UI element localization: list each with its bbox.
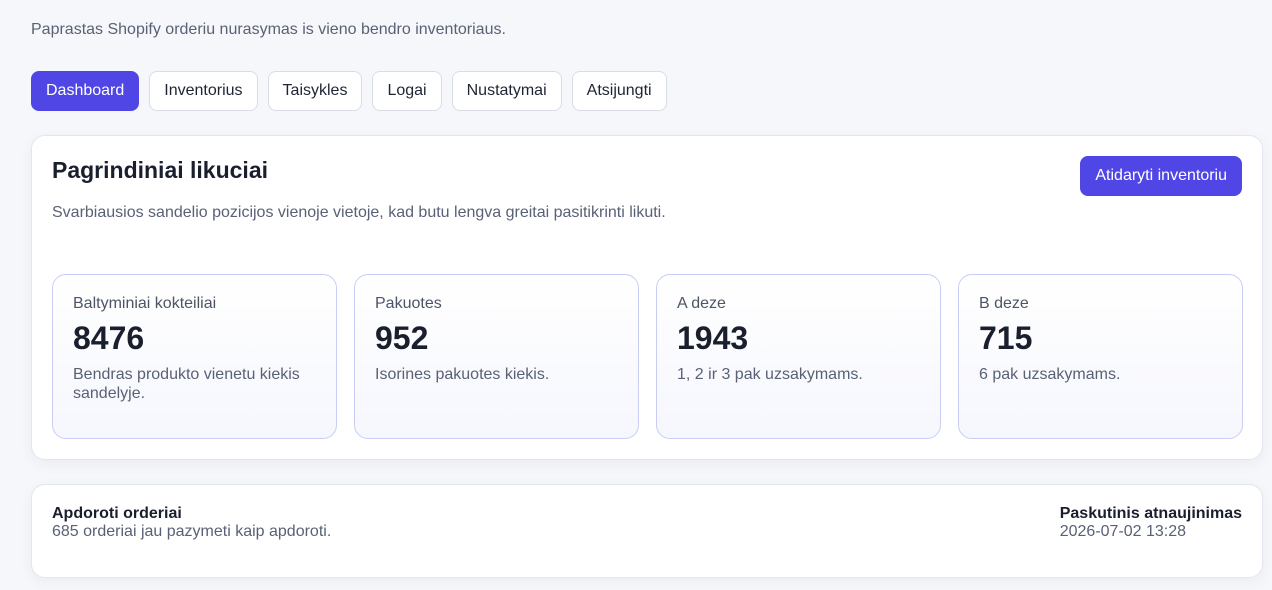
stat-label: B deze bbox=[979, 295, 1029, 312]
nav-inventorius-button[interactable]: Inventorius bbox=[149, 71, 258, 111]
processed-orders-block: Apdoroti orderiai 685 orderiai jau pazym… bbox=[52, 505, 331, 541]
open-inventory-button[interactable]: Atidaryti inventoriu bbox=[1080, 156, 1242, 196]
main-nav: Dashboard Inventorius Taisykles Logai Nu… bbox=[31, 71, 667, 111]
stock-overview-description: Svarbiausios sandelio pozicijos vienoje … bbox=[52, 204, 666, 221]
nav-nustatymai-button[interactable]: Nustatymai bbox=[451, 71, 562, 111]
processed-orders-text: 685 orderiai jau pazymeti kaip apdoroti. bbox=[52, 523, 332, 540]
stat-value: 1943 bbox=[677, 320, 749, 356]
stat-card-box-b: B deze 715 6 pak uzsakymams. bbox=[958, 274, 1243, 439]
nav-taisykles-button[interactable]: Taisykles bbox=[267, 71, 363, 111]
last-update-title: Paskutinis atnaujinimas bbox=[1059, 505, 1242, 522]
stat-description: 1, 2 ir 3 pak uzsakymams. bbox=[677, 366, 863, 384]
stock-overview-title: Pagrindiniai likuciai bbox=[52, 157, 269, 183]
stat-label: Pakuotes bbox=[375, 295, 442, 312]
nav-logai-button[interactable]: Logai bbox=[372, 71, 442, 111]
stat-card-packages: Pakuotes 952 Isorines pakuotes kiekis. bbox=[354, 274, 639, 439]
stock-overview-card: Pagrindiniai likuciai Svarbiausios sande… bbox=[31, 135, 1263, 460]
stat-label: A deze bbox=[677, 295, 726, 312]
orders-status-card: Apdoroti orderiai 685 orderiai jau pazym… bbox=[31, 484, 1263, 578]
last-update-timestamp: 2026-07-02 13:28 bbox=[1059, 523, 1187, 540]
stat-value: 952 bbox=[375, 320, 429, 356]
stat-card-protein-shakes: Baltyminiai kokteiliai 8476 Bendras prod… bbox=[52, 274, 337, 439]
processed-orders-title: Apdoroti orderiai bbox=[52, 505, 182, 522]
stat-value: 715 bbox=[979, 320, 1033, 356]
nav-atsijungti-button[interactable]: Atsijungti bbox=[571, 71, 667, 111]
nav-dashboard-button[interactable]: Dashboard bbox=[31, 71, 140, 111]
last-update-block: Paskutinis atnaujinimas 2026-07-02 13:28 bbox=[1060, 505, 1242, 541]
stat-label: Baltyminiai kokteiliai bbox=[73, 295, 217, 312]
stat-value: 8476 bbox=[73, 320, 145, 356]
page-subtitle: Paprastas Shopify orderiu nurasymas is v… bbox=[31, 21, 506, 38]
stat-description: 6 pak uzsakymams. bbox=[979, 366, 1121, 384]
stat-cards: Baltyminiai kokteiliai 8476 Bendras prod… bbox=[52, 274, 1243, 439]
stat-card-box-a: A deze 1943 1, 2 ir 3 pak uzsakymams. bbox=[656, 274, 941, 439]
stat-description: Isorines pakuotes kiekis. bbox=[375, 366, 550, 384]
stat-description: Bendras produkto vienetu kiekis sandelyj… bbox=[73, 366, 300, 402]
